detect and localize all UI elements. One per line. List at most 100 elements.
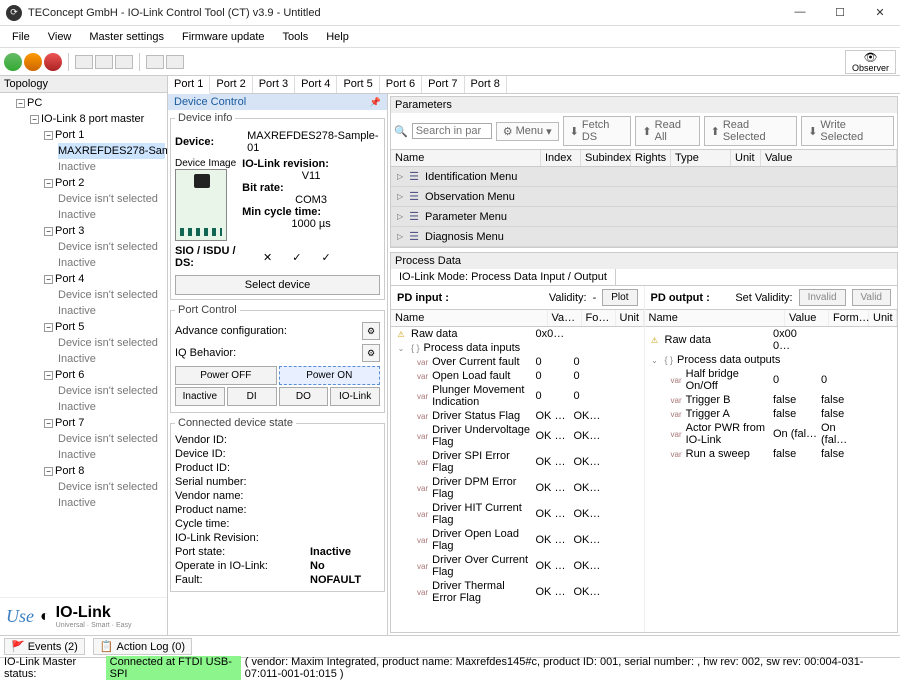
tree-state[interactable]: Inactive (58, 447, 165, 463)
chevron-right-icon[interactable]: ▷ (397, 232, 403, 241)
events-tab[interactable]: 🚩Events (2) (4, 638, 85, 655)
tab-port-3[interactable]: Port 3 (253, 76, 295, 93)
tree-device[interactable]: MAXREFDES278-Samp… (58, 143, 165, 159)
table-row[interactable]: ⌄{ }Process data inputs (391, 341, 644, 355)
tree-port[interactable]: Port 7 (55, 417, 84, 429)
fetch-ds-button[interactable]: ⬇Fetch DS (563, 116, 632, 146)
tree-toggle[interactable]: − (44, 131, 53, 140)
tree-state[interactable]: Inactive (58, 399, 165, 415)
param-menu-item[interactable]: ▷☰Identification Menu (391, 167, 897, 187)
tree-device[interactable]: Device isn't selected (58, 383, 165, 399)
observer-button[interactable]: 👁 Observer (845, 50, 896, 74)
chevron-right-icon[interactable]: ▷ (397, 192, 403, 201)
minimize-button[interactable]: — (786, 6, 814, 19)
adv-config-gear-icon[interactable]: ⚙ (362, 322, 380, 340)
menu-file[interactable]: File (4, 29, 38, 45)
pd-mode-tab[interactable]: IO-Link Mode: Process Data Input / Outpu… (391, 269, 616, 285)
param-menu-item[interactable]: ▷☰Diagnosis Menu (391, 227, 897, 247)
tab-port-6[interactable]: Port 6 (380, 76, 422, 93)
chevron-right-icon[interactable]: ▷ (397, 172, 403, 181)
table-row[interactable]: ⌄{ }Process data outputs (645, 353, 898, 367)
param-menu-item[interactable]: ▷☰Observation Menu (391, 187, 897, 207)
tab-port-8[interactable]: Port 8 (465, 76, 507, 93)
tree-toggle[interactable]: − (44, 419, 53, 428)
action-log-tab[interactable]: 📋Action Log (0) (93, 638, 192, 655)
tree-port[interactable]: Port 4 (55, 273, 84, 285)
tree-toggle[interactable]: − (16, 99, 25, 108)
menu-help[interactable]: Help (318, 29, 357, 45)
tree-state[interactable]: Inactive (58, 495, 165, 511)
pin-icon[interactable]: 📌 (370, 97, 381, 108)
tree-device[interactable]: Device isn't selected (58, 479, 165, 495)
read-selected-button[interactable]: ⬆Read Selected (704, 116, 798, 146)
menu-button[interactable]: ⚙Menu▾ (496, 122, 559, 141)
tree-device[interactable]: Device isn't selected (58, 287, 165, 303)
power-off-button[interactable]: Power OFF (175, 366, 277, 385)
tool-4[interactable] (146, 55, 164, 69)
menu-master-settings[interactable]: Master settings (81, 29, 172, 45)
state-row: Fault:NOFAULT (175, 573, 380, 587)
maximize-button[interactable]: ☐ (826, 6, 854, 19)
tree-toggle[interactable]: − (44, 275, 53, 284)
tree-toggle[interactable]: − (44, 323, 53, 332)
invalid-button[interactable]: Invalid (799, 289, 846, 306)
tree-state[interactable]: Inactive (58, 207, 165, 223)
close-button[interactable]: ✕ (866, 6, 894, 19)
tab-port-2[interactable]: Port 2 (210, 76, 252, 93)
tree-state[interactable]: Inactive (58, 351, 165, 367)
expand-icon[interactable]: ⌄ (395, 344, 407, 353)
tree-state[interactable]: Inactive (58, 303, 165, 319)
write-selected-button[interactable]: ⬇Write Selected (801, 116, 894, 146)
tree-port[interactable]: Port 8 (55, 465, 84, 477)
search-input[interactable] (412, 123, 492, 139)
tree-toggle[interactable]: − (44, 227, 53, 236)
do-button[interactable]: DO (279, 387, 329, 406)
tree-device[interactable]: Device isn't selected (58, 335, 165, 351)
read-all-button[interactable]: ⬆Read All (635, 116, 699, 146)
menu-view[interactable]: View (40, 29, 80, 45)
tool-3[interactable] (115, 55, 133, 69)
select-device-button[interactable]: Select device (175, 275, 380, 295)
inactive-button[interactable]: Inactive (175, 387, 225, 406)
tree-toggle[interactable]: − (44, 467, 53, 476)
tree-master[interactable]: IO-Link 8 port master (41, 113, 144, 125)
tool-1[interactable] (75, 55, 93, 69)
valid-button[interactable]: Valid (852, 289, 892, 306)
chevron-right-icon[interactable]: ▷ (397, 212, 403, 221)
tool-5[interactable] (166, 55, 184, 69)
tree-toggle[interactable]: − (44, 179, 53, 188)
status-icon-orange[interactable] (24, 53, 42, 71)
tree-toggle[interactable]: − (30, 115, 39, 124)
status-icon-red[interactable] (44, 53, 62, 71)
tree-port[interactable]: Port 3 (55, 225, 84, 237)
tree-state[interactable]: Inactive (58, 159, 165, 175)
menu-tools[interactable]: Tools (275, 29, 317, 45)
power-on-button[interactable]: Power ON (279, 366, 381, 385)
tree-device[interactable]: Device isn't selected (58, 239, 165, 255)
status-icon-green[interactable] (4, 53, 22, 71)
di-button[interactable]: DI (227, 387, 277, 406)
iolink-button[interactable]: IO-Link (330, 387, 380, 406)
tree-port[interactable]: Port 2 (55, 177, 84, 189)
expand-icon[interactable]: ⌄ (649, 356, 661, 365)
tree-device[interactable]: Device isn't selected (58, 191, 165, 207)
tree-toggle[interactable]: − (44, 371, 53, 380)
tree-root[interactable]: PC (27, 97, 42, 109)
device-image (175, 169, 227, 241)
tree-state[interactable]: Inactive (58, 255, 165, 271)
iolink-rev-value: V11 (242, 170, 380, 182)
tree-device[interactable]: Device isn't selected (58, 431, 165, 447)
menu-firmware-update[interactable]: Firmware update (174, 29, 273, 45)
tree-port[interactable]: Port 1 (55, 129, 84, 141)
tree-port[interactable]: Port 5 (55, 321, 84, 333)
topology-tree[interactable]: −PC −IO-Link 8 port master −Port 1MAXREF… (0, 93, 167, 597)
tab-port-5[interactable]: Port 5 (337, 76, 379, 93)
plot-button[interactable]: Plot (602, 289, 637, 306)
tree-port[interactable]: Port 6 (55, 369, 84, 381)
tab-port-1[interactable]: Port 1 (168, 76, 210, 94)
iq-behavior-gear-icon[interactable]: ⚙ (362, 344, 380, 362)
tab-port-4[interactable]: Port 4 (295, 76, 337, 93)
param-menu-item[interactable]: ▷☰Parameter Menu (391, 207, 897, 227)
tab-port-7[interactable]: Port 7 (422, 76, 464, 93)
tool-2[interactable] (95, 55, 113, 69)
